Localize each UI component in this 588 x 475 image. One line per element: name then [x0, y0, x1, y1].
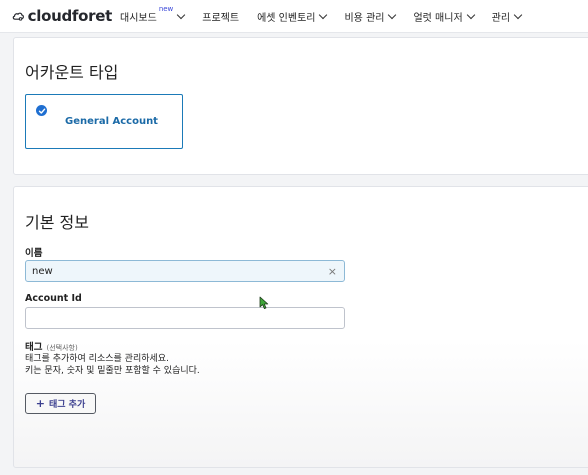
account-type-card: 어카운트 타입 General Account: [13, 37, 588, 175]
nav-item-label: 관리: [491, 12, 511, 24]
name-label: 이름: [25, 248, 43, 259]
new-badge: new: [158, 4, 174, 13]
chevron-down-icon: [388, 10, 397, 19]
basic-info-title: 기본 정보: [25, 213, 89, 232]
nav-item-project[interactable]: 프로젝트: [202, 9, 239, 24]
check-circle-icon: [36, 105, 47, 116]
name-input-value: new: [32, 265, 53, 277]
nav-menu: 대시보드 new 프로젝트 에셋 인벤토리 비용 관리 얼럿 매니저 관리: [120, 5, 539, 24]
tag-help-text: 태그를 추가하여 리소스를 관리하세요. 키는 문자, 숫자 및 밑줄만 포함할…: [25, 353, 200, 377]
add-tag-button-label: 태그 추가: [48, 400, 86, 410]
chevron-down-icon: [513, 10, 523, 19]
logo-text: cloudforet: [27, 7, 113, 25]
mouse-cursor-icon: [259, 296, 269, 309]
nav-item-label: 얼럿 매니저: [413, 12, 463, 24]
cloud-logo-icon: [12, 12, 24, 21]
nav-item-label: 비용 관리: [344, 12, 385, 24]
general-account-option[interactable]: General Account: [25, 94, 183, 149]
tag-optional-text: (선택사항): [46, 344, 78, 352]
nav-item-asset-inventory[interactable]: 에셋 인벤토리: [257, 9, 328, 24]
top-navigation: cloudforet 대시보드 new 프로젝트 에셋 인벤토리 비용 관리 얼…: [0, 0, 588, 33]
account-id-label: Account Id: [25, 293, 82, 304]
add-tag-button[interactable]: + 태그 추가: [25, 393, 96, 414]
account-type-title: 어카운트 타입: [25, 63, 119, 82]
nav-item-label: 에셋 인벤토리: [257, 12, 316, 24]
tag-label-text: 태그: [25, 342, 43, 353]
tag-help-line-1: 태그를 추가하여 리소스를 관리하세요.: [25, 354, 169, 364]
nav-item-dashboard[interactable]: 대시보드 new: [120, 5, 186, 24]
chevron-down-icon: [466, 10, 475, 19]
nav-item-cost-management[interactable]: 비용 관리: [344, 9, 397, 24]
basic-info-card: 기본 정보 이름 new × Account Id 태그 (선택사항) 태그를 추…: [13, 186, 588, 468]
chevron-down-icon: [319, 10, 328, 19]
chevron-down-icon: [177, 10, 186, 19]
name-input[interactable]: new ×: [25, 260, 345, 282]
clear-icon[interactable]: ×: [328, 265, 337, 278]
tag-label: 태그 (선택사항): [25, 339, 78, 353]
nav-item-administration[interactable]: 관리: [491, 9, 523, 24]
logo[interactable]: cloudforet: [12, 7, 112, 25]
account-id-input[interactable]: [25, 307, 345, 329]
nav-item-label: 프로젝트: [202, 12, 240, 24]
nav-item-label: 대시보드: [120, 12, 157, 24]
plus-icon: +: [35, 397, 45, 410]
nav-item-alert-manager[interactable]: 얼럿 매니저: [413, 9, 475, 24]
general-account-label: General Account: [65, 116, 158, 127]
tag-help-line-2: 키는 문자, 숫자 및 밑줄만 포함할 수 있습니다.: [25, 366, 200, 376]
